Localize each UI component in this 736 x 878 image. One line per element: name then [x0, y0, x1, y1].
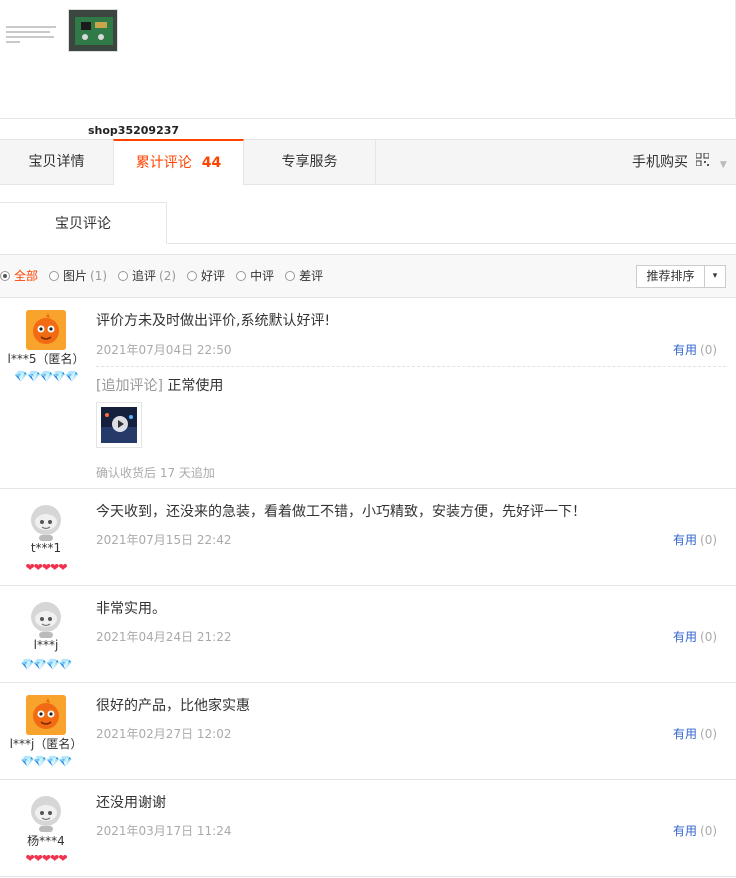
- diamond-icon: 💎💎💎💎💎: [14, 370, 78, 383]
- useful-label: 有用: [673, 343, 698, 357]
- review-date: 2021年04月24日 21:22: [96, 630, 232, 644]
- tab-label: 累计评论: [135, 155, 192, 171]
- avatar: [26, 501, 66, 541]
- diamond-icon: 💎💎💎💎: [20, 755, 73, 768]
- review-video-thumbnail[interactable]: [96, 402, 142, 448]
- review-subtabs: 宝贝评论: [0, 202, 736, 244]
- radio-icon: [236, 270, 247, 281]
- tab-label: 专享服务: [281, 154, 338, 170]
- useful-label: 有用: [673, 533, 698, 547]
- useful-button[interactable]: 有用 (0): [673, 822, 717, 839]
- review-item: l***j 💎💎💎💎 非常实用。 2021年04月24日 21:22 有用 (0): [0, 586, 736, 683]
- radio-icon: [0, 270, 10, 281]
- filter-appended[interactable]: 追评 (2): [118, 267, 176, 284]
- heart-icon: ❤❤❤❤❤: [25, 852, 67, 865]
- radio-icon: [49, 270, 60, 281]
- play-icon: [112, 416, 128, 432]
- useful-button[interactable]: 有用 (0): [673, 341, 717, 358]
- subtab-label: 宝贝评论: [55, 216, 111, 232]
- tab-item-reviews[interactable]: 宝贝评论: [0, 202, 167, 244]
- review-text: 还没用谢谢: [96, 795, 166, 811]
- avatar: [26, 310, 66, 350]
- review-date: 2021年03月17日 11:24: [96, 824, 232, 838]
- useful-button[interactable]: 有用 (0): [673, 725, 717, 742]
- reviewer-name: 杨***4: [27, 834, 65, 848]
- review-date: 2021年07月04日 22:50: [96, 343, 232, 357]
- shop-name[interactable]: shop35209237: [88, 124, 179, 137]
- qr-code-icon: [695, 140, 711, 185]
- tab-reviews[interactable]: 累计评论 44: [113, 139, 244, 185]
- useful-button[interactable]: 有用 (0): [673, 531, 717, 548]
- review-item: l***j（匿名） 💎💎💎💎 很好的产品，比他家实惠 2021年02月27日 1…: [0, 683, 736, 780]
- review-item: 杨***4 ❤❤❤❤❤ 还没用谢谢 2021年03月17日 11:24 有用 (0…: [0, 780, 736, 877]
- reviewer-name: l***5（匿名）: [7, 352, 85, 366]
- useful-label: 有用: [673, 630, 698, 644]
- product-thumbnail[interactable]: [68, 9, 118, 52]
- radio-icon: [118, 270, 129, 281]
- reviewer-name: l***j（匿名）: [9, 737, 83, 751]
- useful-label: 有用: [673, 727, 698, 741]
- avatar: [26, 695, 66, 735]
- useful-button[interactable]: 有用 (0): [673, 628, 717, 645]
- review-text: 非常实用。: [96, 601, 166, 617]
- useful-count: (0): [700, 727, 718, 741]
- review-date: 2021年07月15日 22:42: [96, 533, 232, 547]
- review-item: t***1 ❤❤❤❤❤ 今天收到，还没来的急装，看着做工不错，小巧精致，安装方便…: [0, 489, 736, 586]
- filter-count: (1): [90, 268, 108, 283]
- filter-label: 中评: [250, 269, 275, 283]
- appended-tag: [追加评论]: [96, 378, 163, 394]
- review-count: 44: [201, 155, 222, 171]
- tab-mobile-buy[interactable]: 手机购买 ▼: [620, 140, 736, 185]
- filter-pictures[interactable]: 图片 (1): [49, 267, 107, 284]
- filter-radio-group: 全部 图片 (1) 追评 (2) 好评 中评 差评: [0, 267, 334, 284]
- appended-review: [追加评论] 正常使用: [96, 375, 223, 395]
- review-text: 很好的产品，比他家实惠: [96, 698, 250, 714]
- useful-count: (0): [700, 824, 718, 838]
- tiny-text-block: [6, 26, 58, 46]
- diamond-icon: 💎💎💎💎: [20, 658, 73, 671]
- useful-count: (0): [700, 533, 718, 547]
- reviewer-name: t***1: [30, 541, 62, 555]
- reviewer-name: l***j: [33, 638, 59, 652]
- useful-label: 有用: [673, 824, 698, 838]
- tab-label: 手机购买: [632, 154, 688, 171]
- product-header: [0, 0, 736, 119]
- filter-neutral[interactable]: 中评: [236, 267, 274, 284]
- review-text: 今天收到，还没来的急装，看着做工不错，小巧精致，安装方便，先好评一下！: [96, 504, 586, 520]
- useful-count: (0): [700, 630, 718, 644]
- chevron-down-icon: ▼: [719, 159, 727, 170]
- radio-icon: [285, 270, 296, 281]
- filter-label: 好评: [201, 269, 226, 283]
- detail-tab-bar: 宝贝详情 累计评论 44 专享服务 手机购买 ▼: [0, 139, 736, 185]
- chevron-down-icon: ▾: [712, 271, 718, 281]
- filter-label: 差评: [299, 269, 324, 283]
- review-date: 2021年02月27日 12:02: [96, 727, 232, 741]
- filter-count: (2): [159, 268, 177, 283]
- heart-icon: ❤❤❤❤❤: [25, 561, 67, 574]
- review-item: l***5（匿名） 💎💎💎💎💎 评价方未及时做出评价,系统默认好评! 2021年…: [0, 298, 736, 489]
- review-filter-bar: 全部 图片 (1) 追评 (2) 好评 中评 差评 推荐排序 ▾: [0, 254, 736, 298]
- sort-dropdown[interactable]: 推荐排序 ▾: [636, 265, 726, 288]
- appended-text: 正常使用: [167, 378, 224, 394]
- useful-count: (0): [700, 343, 718, 357]
- filter-label: 追评: [132, 269, 157, 283]
- filter-positive[interactable]: 好评: [187, 267, 225, 284]
- avatar: [26, 792, 66, 832]
- filter-label: 图片: [63, 269, 88, 283]
- sort-label: 推荐排序: [637, 266, 705, 287]
- append-note: 确认收货后 17 天追加: [96, 466, 215, 480]
- review-text: 评价方未及时做出评价,系统默认好评!: [96, 313, 331, 329]
- radio-icon: [187, 270, 198, 281]
- video-frame: [101, 407, 137, 443]
- filter-all[interactable]: 全部: [0, 267, 38, 284]
- filter-label: 全部: [14, 269, 39, 283]
- tab-services[interactable]: 专享服务: [244, 140, 376, 185]
- tab-item-details[interactable]: 宝贝详情: [0, 140, 114, 185]
- avatar: [26, 598, 66, 638]
- divider: [96, 366, 726, 367]
- tab-label: 宝贝详情: [28, 154, 85, 170]
- filter-negative[interactable]: 差评: [285, 267, 323, 284]
